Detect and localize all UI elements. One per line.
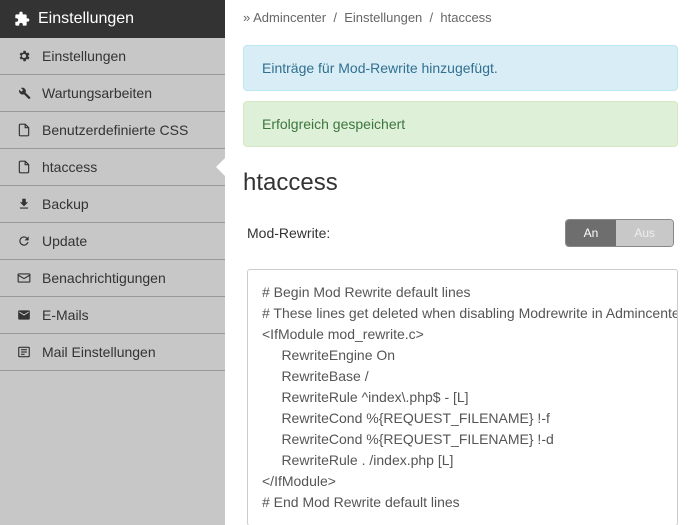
sidebar-item-settings[interactable]: Einstellungen [0,38,225,75]
alert-success: Erfolgreich gespeichert [243,101,678,147]
htaccess-code[interactable]: # Begin Mod Rewrite default lines # Thes… [247,269,678,525]
sidebar-item-label: Einstellungen [42,48,126,64]
breadcrumb: » Admincenter / Einstellungen / htaccess [225,0,696,35]
sidebar-item-mail-settings[interactable]: Mail Einstellungen [0,334,225,371]
modrewrite-toggle[interactable]: An Aus [565,219,674,247]
breadcrumb-link-admincenter[interactable]: Admincenter [253,10,326,25]
sidebar-item-update[interactable]: Update [0,223,225,260]
wrench-icon [16,86,32,100]
main-content: » Admincenter / Einstellungen / htaccess… [225,0,696,525]
sidebar-item-label: E-Mails [42,307,89,323]
sidebar-item-label: htaccess [42,159,97,175]
sidebar-item-notifications[interactable]: Benachrichtigungen [0,260,225,297]
newspaper-icon [16,345,32,359]
modrewrite-label: Mod-Rewrite: [247,225,330,241]
sidebar-item-label: Backup [42,196,89,212]
alert-success-text: Erfolgreich gespeichert [262,116,405,132]
envelope-icon [16,308,32,322]
file-icon [16,123,32,137]
breadcrumb-link-settings[interactable]: Einstellungen [344,10,422,25]
refresh-icon [16,234,32,248]
sidebar-title: Einstellungen [38,10,134,28]
sidebar-item-label: Benutzerdefinierte CSS [42,122,188,138]
toggle-on[interactable]: An [566,220,617,246]
sidebar-item-label: Update [42,233,87,249]
download-icon [16,197,32,211]
sidebar-item-label: Wartungsarbeiten [42,85,152,101]
sidebar-item-label: Mail Einstellungen [42,344,156,360]
breadcrumb-current: htaccess [440,10,491,25]
sidebar-item-htaccess[interactable]: htaccess [0,149,225,186]
mail-icon [16,271,32,285]
sidebar-item-backup[interactable]: Backup [0,186,225,223]
sidebar-item-emails[interactable]: E-Mails [0,297,225,334]
alert-info-text: Einträge für Mod-Rewrite hinzugefügt. [262,60,498,76]
page-title: htaccess [225,157,696,205]
sidebar-item-label: Benachrichtigungen [42,270,166,286]
sidebar: Einstellungen Einstellungen Wartungsarbe… [0,0,225,525]
gear-icon [16,49,32,63]
sidebar-header: Einstellungen [0,0,225,38]
alert-info: Einträge für Mod-Rewrite hinzugefügt. [243,45,678,91]
sidebar-item-css[interactable]: Benutzerdefinierte CSS [0,112,225,149]
puzzle-icon [14,11,30,27]
file-icon [16,160,32,174]
modrewrite-row: Mod-Rewrite: An Aus [225,205,696,261]
toggle-off[interactable]: Aus [616,220,673,246]
sidebar-item-maintenance[interactable]: Wartungsarbeiten [0,75,225,112]
